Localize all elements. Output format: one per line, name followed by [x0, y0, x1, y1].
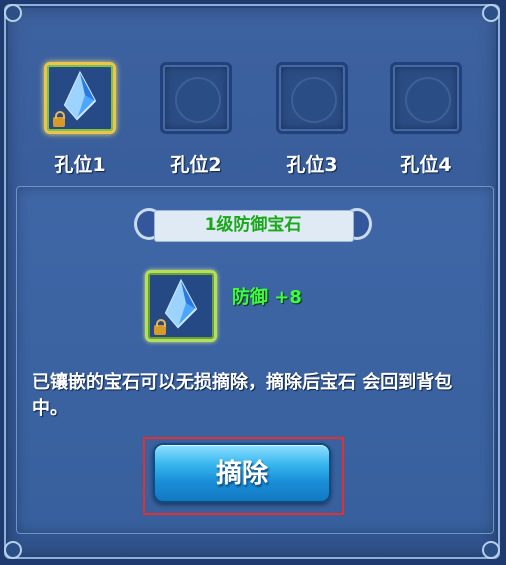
gem-title: 1级防御宝石	[204, 215, 302, 235]
empty-socket-rune-icon	[175, 77, 221, 123]
frame-corner-ornament	[482, 4, 500, 22]
lock-icon	[53, 111, 65, 127]
remove-gem-button[interactable]: 摘除	[153, 443, 331, 503]
remove-description: 已镶嵌的宝石可以无损摘除，摘除后宝石 会回到背包中。	[32, 372, 453, 419]
gem-detail-icon-frame	[145, 270, 217, 342]
slot-label-4: 孔位4	[400, 154, 452, 176]
remove-gem-button-label: 摘除	[215, 459, 268, 489]
gem-stat: 防御 +8	[232, 287, 302, 308]
socket-slot-3[interactable]	[276, 62, 348, 134]
frame-corner-ornament	[4, 4, 22, 22]
slot-label-3: 孔位3	[286, 154, 338, 176]
frame-corner-ornament	[482, 541, 500, 559]
empty-socket-rune-icon	[405, 77, 451, 123]
slot-label-1: 孔位1	[54, 154, 106, 176]
frame-corner-ornament	[4, 541, 22, 559]
slot-label-2: 孔位2	[170, 154, 222, 176]
socket-slot-4[interactable]	[390, 62, 462, 134]
gem-title-banner: 1级防御宝石	[130, 206, 376, 244]
socket-slot-1[interactable]	[44, 62, 116, 134]
lock-icon	[154, 319, 166, 335]
socket-slot-2[interactable]	[160, 62, 232, 134]
empty-socket-rune-icon	[291, 77, 337, 123]
